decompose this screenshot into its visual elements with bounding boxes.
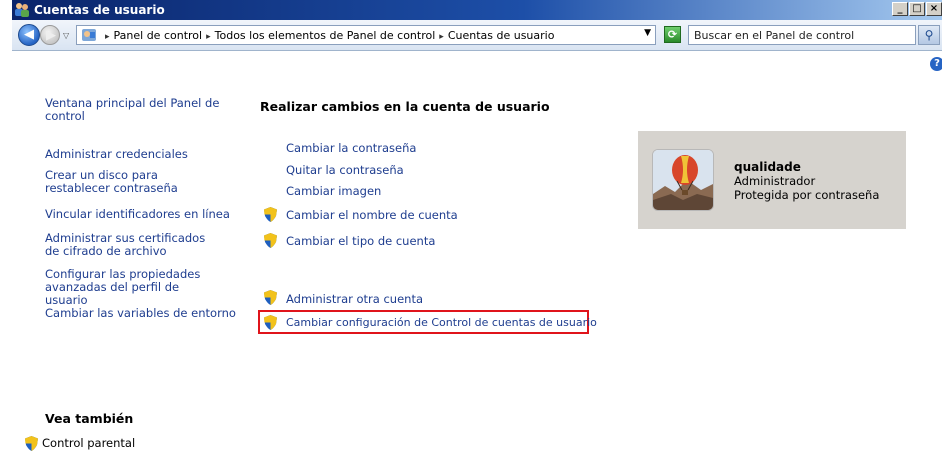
navigation-bar: ◀ ▶ ▽ ▸ Panel de control ▸ Todos los elemen… <box>12 20 942 51</box>
link-control-parental[interactable]: Control parental <box>42 437 135 450</box>
window-title: Cuentas de usuario <box>34 3 165 17</box>
uac-shield-icon <box>264 315 277 330</box>
page-heading: Realizar cambios en la cuenta de usuario <box>260 99 550 114</box>
arrow-right-icon: ▶ <box>46 28 56 43</box>
task-cambiar-nombre[interactable]: Cambiar el nombre de cuenta <box>286 208 458 222</box>
task-cambiar-contrasena[interactable]: Cambiar la contraseña <box>286 141 416 155</box>
task-cambiar-imagen[interactable]: Cambiar imagen <box>286 184 381 198</box>
uac-shield-icon <box>25 436 38 451</box>
address-dropdown-icon[interactable]: ▼ <box>644 28 651 38</box>
uac-shield-icon <box>264 290 277 305</box>
task-quitar-contrasena[interactable]: Quitar la contraseña <box>286 163 404 177</box>
search-input[interactable]: Buscar en el Panel de control <box>688 25 916 45</box>
search-button[interactable]: ⚲ <box>918 25 940 45</box>
link-vincular-identificadores[interactable]: Vincular identificadores en línea <box>45 208 235 221</box>
task-cambiar-tipo[interactable]: Cambiar el tipo de cuenta <box>286 234 435 248</box>
history-dropdown-icon[interactable]: ▽ <box>63 31 69 40</box>
link-administrar-credenciales[interactable]: Administrar credenciales <box>45 148 220 161</box>
link-propiedades-perfil[interactable]: Configurar las propiedades avanzadas del… <box>45 268 220 307</box>
users-icon <box>15 3 29 17</box>
refresh-button[interactable]: ⟳ <box>664 26 681 43</box>
link-variables-entorno[interactable]: Cambiar las variables de entorno <box>45 307 236 320</box>
control-panel-icon <box>82 29 96 41</box>
task-administrar-otra-cuenta[interactable]: Administrar otra cuenta <box>286 292 423 306</box>
link-certificados-cifrado[interactable]: Administrar sus certificados de cifrado … <box>45 232 220 258</box>
title-bar: Cuentas de usuario _ □ × <box>12 0 942 20</box>
hot-air-balloon-icon <box>653 150 713 210</box>
search-icon: ⚲ <box>924 28 934 42</box>
avatar[interactable] <box>652 149 714 211</box>
link-crear-disco[interactable]: Crear un disco para restablecer contrase… <box>45 169 225 195</box>
breadcrumb: ▸ Panel de control ▸ Todos los elementos de… <box>101 29 554 42</box>
chevron-right-icon[interactable]: ▸ <box>105 32 110 42</box>
help-icon[interactable]: ? <box>930 57 942 71</box>
back-button[interactable]: ◀ <box>18 24 40 46</box>
maximize-button[interactable]: □ <box>909 2 925 16</box>
user-role: Administrador <box>734 174 816 188</box>
search-placeholder: Buscar en el Panel de control <box>694 29 855 42</box>
breadcrumb-cuentas-de-usuario[interactable]: Cuentas de usuario <box>448 29 555 42</box>
uac-shield-icon <box>264 207 277 222</box>
address-bar[interactable]: ▸ Panel de control ▸ Todos los elementos de… <box>76 25 656 45</box>
uac-shield-icon <box>264 233 277 248</box>
see-also-heading: Vea también <box>45 411 134 426</box>
close-button[interactable]: × <box>926 2 942 16</box>
forward-button[interactable]: ▶ <box>40 25 60 45</box>
breadcrumb-panel-de-control[interactable]: Panel de control <box>114 29 203 42</box>
link-ventana-principal[interactable]: Ventana principal del Panel de control <box>45 97 220 123</box>
chevron-right-icon[interactable]: ▸ <box>206 32 211 42</box>
minimize-button[interactable]: _ <box>892 2 908 16</box>
user-status: Protegida por contraseña <box>734 188 880 202</box>
user-account-panel: qualidade Administrador Protegida por co… <box>638 131 906 229</box>
arrow-left-icon: ◀ <box>24 27 34 42</box>
breadcrumb-todos-los-elementos[interactable]: Todos los elementos de Panel de control <box>215 29 436 42</box>
user-name: qualidade <box>734 160 801 174</box>
task-cambiar-uac[interactable]: Cambiar configuración de Control de cuen… <box>286 316 597 329</box>
refresh-icon: ⟳ <box>667 28 678 41</box>
chevron-right-icon[interactable]: ▸ <box>439 32 444 42</box>
